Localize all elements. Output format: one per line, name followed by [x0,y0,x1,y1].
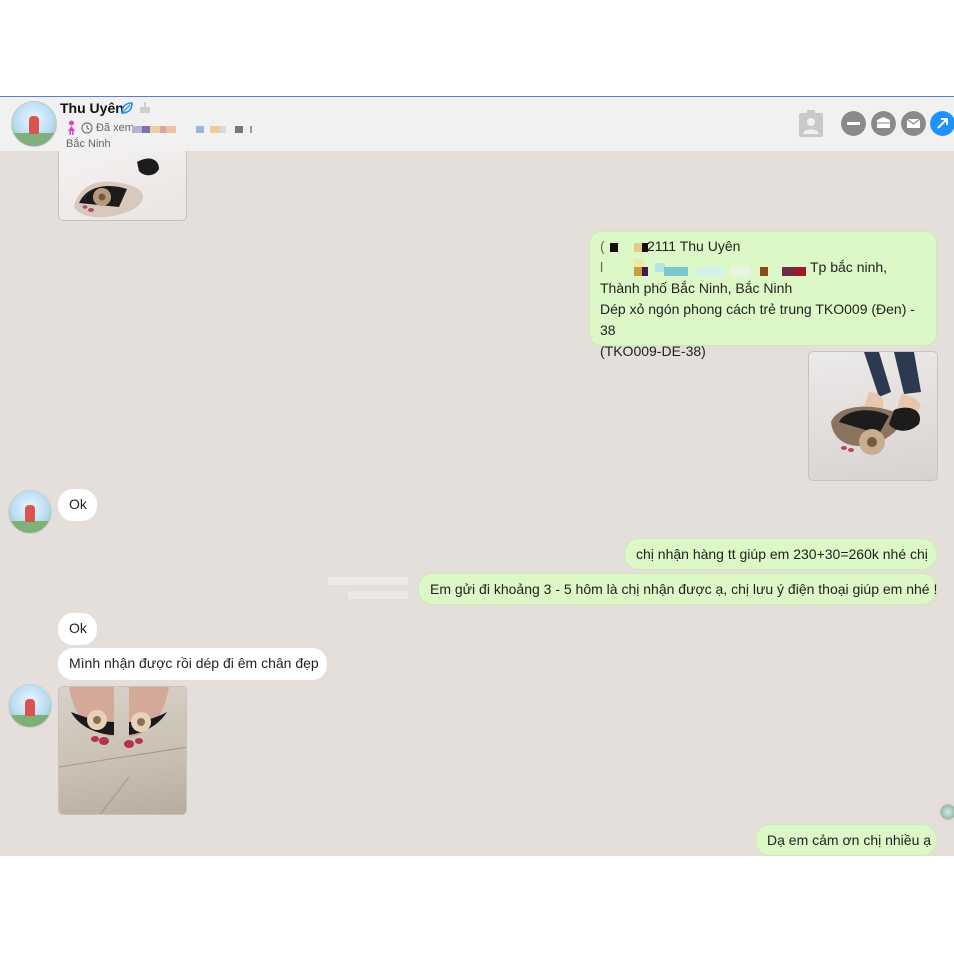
leaf-icon [121,102,133,114]
order-recipient: 2111 Thu Uyên [647,238,741,254]
arrow-up-right-icon[interactable] [930,111,954,136]
contact-card-icon[interactable] [798,110,824,138]
outgoing-message[interactable]: Em gửi đi khoảng 3 - 5 hôm là chị nhận đ… [418,573,937,605]
censored-text [132,126,262,134]
order-product: Dép xỏ ngón phong cách trẻ trung TKO009 … [600,301,915,338]
outgoing-product-photo[interactable] [808,351,938,481]
chat-header: Thu Uyên Đã xem Bắc Ninh [0,96,954,151]
incoming-message[interactable]: Mình nhận được rồi dép đi êm chân đẹp [58,648,327,680]
seen-label: Đã xem [96,122,134,134]
mail-icon[interactable] [901,111,926,136]
contact-avatar[interactable] [11,101,57,147]
order-info-message[interactable]: ( 2111 Thu Uyên l Tp bắc ninh, Thành phố… [589,231,937,359]
minus-icon[interactable] [841,111,866,136]
tag-icon[interactable] [871,111,896,136]
incoming-message[interactable]: Ok [58,613,97,645]
watermark [328,573,408,599]
cake-icon [140,102,150,113]
contact-avatar[interactable] [8,490,52,534]
message-text: Mình nhận được rồi dép đi êm chân đẹp [69,655,319,671]
message-text: Em gửi đi khoảng 3 - 5 hôm là chị nhận đ… [430,581,938,597]
outgoing-message[interactable]: chị nhận hàng tt giúp em 230+30=260k nhé… [624,538,937,570]
contact-avatar[interactable] [8,684,52,728]
order-city: Thành phố Bắc Ninh, Bắc Ninh [600,280,793,296]
order-address: Tp bắc ninh, [810,259,888,275]
contact-location: Bắc Ninh [66,138,111,150]
clock-icon [81,122,93,134]
chat-window: Thu Uyên Đã xem Bắc Ninh (2111 Thu Uyên… [0,96,954,856]
incoming-customer-photo[interactable] [58,686,187,815]
contact-name[interactable]: Thu Uyên [60,100,124,116]
message-text: Dạ em cảm ơn chị nhiều ạ [767,832,932,848]
message-text: Ok [69,496,87,512]
female-icon [68,120,75,135]
message-text: Ok [69,620,87,636]
message-text: chị nhận hàng tt giúp em 230+30=260k nhé… [636,546,928,562]
incoming-message[interactable]: Ok [58,489,97,521]
seen-avatar [940,804,954,820]
outgoing-message[interactable]: Dạ em cảm ơn chị nhiều ạ [755,824,937,856]
